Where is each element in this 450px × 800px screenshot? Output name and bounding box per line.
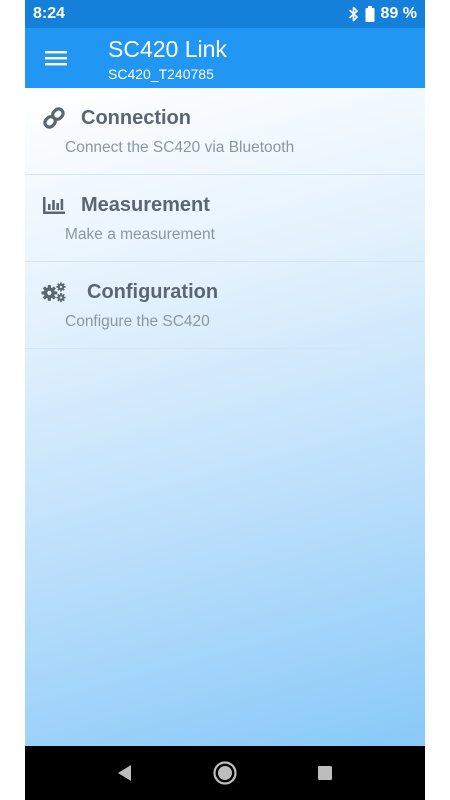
battery-icon [365, 6, 375, 22]
link-icon [41, 106, 67, 130]
status-bar: 8:24 89 % [25, 0, 425, 28]
menu-item-title: Measurement [81, 194, 210, 216]
status-time: 8:24 [33, 5, 66, 22]
system-nav-bar [25, 746, 425, 800]
gears-icon [41, 280, 67, 304]
bluetooth-icon [348, 6, 359, 22]
home-button[interactable] [212, 760, 238, 786]
hamburger-menu-icon [45, 49, 67, 67]
menu-button[interactable] [35, 38, 77, 78]
battery-level: 89 % [380, 5, 417, 22]
recents-icon [317, 765, 333, 781]
app-screen: 8:24 89 % SC420 Link SC420_T240785 Conne… [25, 0, 425, 800]
app-title: SC420 Link [108, 36, 227, 62]
app-bar: SC420 Link SC420_T240785 [25, 28, 425, 88]
main-menu: Connection Connect the SC420 via Bluetoo… [25, 88, 425, 746]
bar-chart-icon [41, 193, 67, 217]
back-button[interactable] [112, 760, 138, 786]
menu-item-title: Connection [81, 107, 191, 129]
back-icon [117, 764, 133, 782]
menu-item-measurement[interactable]: Measurement Make a measurement [25, 175, 425, 262]
recents-button[interactable] [312, 760, 338, 786]
menu-item-subtitle: Connect the SC420 via Bluetooth [65, 139, 295, 156]
menu-item-subtitle: Make a measurement [65, 226, 215, 243]
device-name: SC420_T240785 [108, 66, 214, 82]
home-icon [212, 760, 238, 786]
menu-item-title: Configuration [87, 281, 219, 303]
status-icons: 89 % [348, 5, 417, 23]
menu-item-subtitle: Configure the SC420 [65, 313, 210, 330]
menu-item-connection[interactable]: Connection Connect the SC420 via Bluetoo… [25, 88, 425, 175]
menu-item-configuration[interactable]: Configuration Configure the SC420 [25, 262, 425, 349]
